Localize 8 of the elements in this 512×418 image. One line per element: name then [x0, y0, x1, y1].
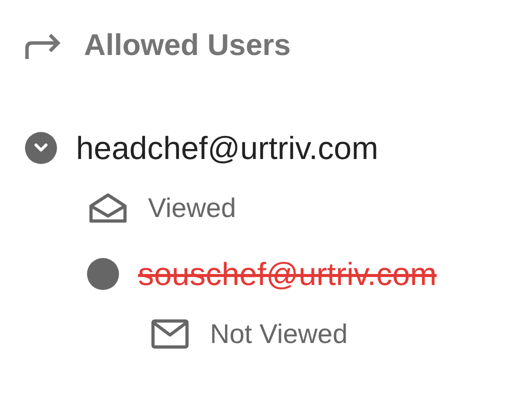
user-email: souschef@urtriv.com [138, 256, 437, 292]
share-arrow-icon [24, 32, 62, 60]
dot-icon [86, 257, 120, 291]
user-email: headchef@urtriv.com [76, 130, 378, 166]
chevron-icon[interactable] [24, 131, 58, 165]
section-title: Allowed Users [84, 29, 291, 63]
view-status: Not Viewed [210, 318, 348, 350]
view-status: Viewed [148, 192, 236, 224]
